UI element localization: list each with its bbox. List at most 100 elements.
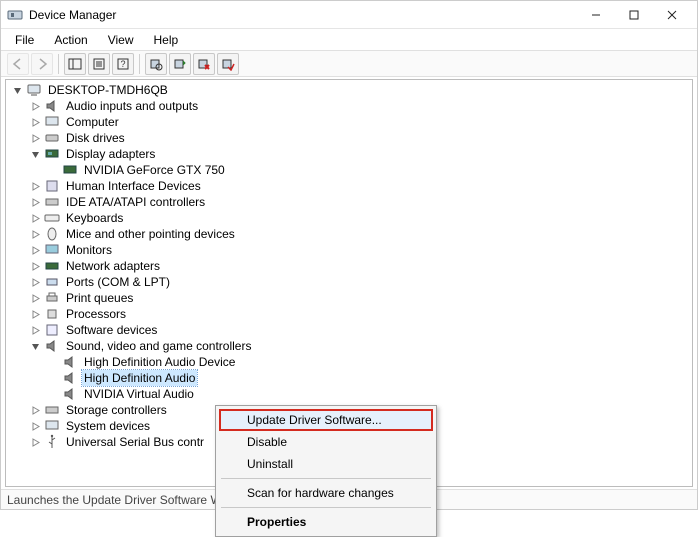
tree-item-hid[interactable]: Human Interface Devices xyxy=(10,178,688,194)
tree-label: Processors xyxy=(64,306,128,322)
app-icon xyxy=(7,7,23,23)
tree-label: Storage controllers xyxy=(64,402,169,418)
chevron-right-icon[interactable] xyxy=(28,179,42,193)
tree-item-nvidia-audio[interactable]: NVIDIA Virtual Audio xyxy=(10,386,688,402)
menu-file[interactable]: File xyxy=(7,31,42,49)
tree-item-computer[interactable]: Computer xyxy=(10,114,688,130)
chevron-right-icon[interactable] xyxy=(28,131,42,145)
port-icon xyxy=(44,274,60,290)
speaker-icon xyxy=(44,338,60,354)
disk-icon xyxy=(44,130,60,146)
tree-item-hda-1[interactable]: High Definition Audio Device xyxy=(10,354,688,370)
close-button[interactable] xyxy=(653,1,691,29)
menu-action[interactable]: Action xyxy=(46,31,95,49)
chevron-right-icon[interactable] xyxy=(28,227,42,241)
chevron-right-icon[interactable] xyxy=(28,275,42,289)
context-uninstall[interactable]: Uninstall xyxy=(219,453,433,475)
chevron-right-icon[interactable] xyxy=(28,323,42,337)
uninstall-button[interactable] xyxy=(193,53,215,75)
display-adapter-icon xyxy=(44,146,60,162)
help-button[interactable]: ? xyxy=(112,53,134,75)
speaker-icon xyxy=(44,98,60,114)
tree-item-software-devices[interactable]: Software devices xyxy=(10,322,688,338)
toolbar-separator xyxy=(58,54,59,74)
tree-label: Computer xyxy=(64,114,121,130)
speaker-icon xyxy=(62,386,78,402)
tree-label: DESKTOP-TMDH6QB xyxy=(46,82,170,98)
chevron-right-icon[interactable] xyxy=(28,419,42,433)
tree-label: NVIDIA Virtual Audio xyxy=(82,386,196,402)
tree-label: High Definition Audio Device xyxy=(82,354,237,370)
chevron-right-icon[interactable] xyxy=(28,99,42,113)
tree-label: Monitors xyxy=(64,242,114,258)
nav-forward-button[interactable] xyxy=(31,53,53,75)
cpu-icon xyxy=(44,306,60,322)
context-separator xyxy=(221,507,431,508)
tree-item-audio-io[interactable]: Audio inputs and outputs xyxy=(10,98,688,114)
chevron-right-icon[interactable] xyxy=(28,435,42,449)
tree-item-processors[interactable]: Processors xyxy=(10,306,688,322)
chevron-right-icon[interactable] xyxy=(28,195,42,209)
chevron-right-icon[interactable] xyxy=(28,291,42,305)
chevron-right-icon[interactable] xyxy=(28,211,42,225)
tree-item-disk[interactable]: Disk drives xyxy=(10,130,688,146)
printer-icon xyxy=(44,290,60,306)
tree-label: IDE ATA/ATAPI controllers xyxy=(64,194,207,210)
context-disable[interactable]: Disable xyxy=(219,431,433,453)
scan-hardware-button[interactable] xyxy=(145,53,167,75)
chevron-right-icon[interactable] xyxy=(28,243,42,257)
tree-label: System devices xyxy=(64,418,152,434)
tree-label: Network adapters xyxy=(64,258,162,274)
show-hide-tree-button[interactable] xyxy=(64,53,86,75)
menu-view[interactable]: View xyxy=(100,31,142,49)
tree-label: Print queues xyxy=(64,290,135,306)
menubar: File Action View Help xyxy=(1,29,697,51)
chevron-down-icon[interactable] xyxy=(28,147,42,161)
tree-label: Ports (COM & LPT) xyxy=(64,274,172,290)
tree-item-network[interactable]: Network adapters xyxy=(10,258,688,274)
titlebar: Device Manager xyxy=(1,1,697,29)
speaker-icon xyxy=(62,354,78,370)
tree-item-monitors[interactable]: Monitors xyxy=(10,242,688,258)
tree-item-mice[interactable]: Mice and other pointing devices xyxy=(10,226,688,242)
computer-icon xyxy=(44,114,60,130)
chevron-right-icon[interactable] xyxy=(28,259,42,273)
properties-button[interactable] xyxy=(88,53,110,75)
svg-text:?: ? xyxy=(120,59,125,69)
disable-button[interactable] xyxy=(217,53,239,75)
menu-help[interactable]: Help xyxy=(146,31,187,49)
tree-item-ports[interactable]: Ports (COM & LPT) xyxy=(10,274,688,290)
tree-item-display[interactable]: Display adapters xyxy=(10,146,688,162)
tree-label: Mice and other pointing devices xyxy=(64,226,237,242)
software-icon xyxy=(44,322,60,338)
speaker-icon xyxy=(62,370,78,386)
tree-item-ide[interactable]: IDE ATA/ATAPI controllers xyxy=(10,194,688,210)
context-separator xyxy=(221,478,431,479)
chevron-right-icon[interactable] xyxy=(28,403,42,417)
chevron-down-icon[interactable] xyxy=(28,339,42,353)
tree-item-gtx750[interactable]: NVIDIA GeForce GTX 750 xyxy=(10,162,688,178)
nav-back-button[interactable] xyxy=(7,53,29,75)
context-scan[interactable]: Scan for hardware changes xyxy=(219,482,433,504)
monitor-icon xyxy=(44,242,60,258)
maximize-button[interactable] xyxy=(615,1,653,29)
tree-label: Universal Serial Bus contr xyxy=(64,434,206,450)
tree-item-printqueues[interactable]: Print queues xyxy=(10,290,688,306)
toolbar-separator xyxy=(139,54,140,74)
context-update-driver[interactable]: Update Driver Software... xyxy=(219,409,433,431)
tree-item-keyboards[interactable]: Keyboards xyxy=(10,210,688,226)
toolbar: ? xyxy=(1,51,697,77)
tree-root[interactable]: DESKTOP-TMDH6QB xyxy=(10,82,688,98)
context-properties[interactable]: Properties xyxy=(219,511,433,533)
context-menu: Update Driver Software... Disable Uninst… xyxy=(215,405,437,537)
minimize-button[interactable] xyxy=(577,1,615,29)
display-adapter-icon xyxy=(62,162,78,178)
chevron-right-icon[interactable] xyxy=(28,307,42,321)
tree-label: Sound, video and game controllers xyxy=(64,338,253,354)
tree-item-sound[interactable]: Sound, video and game controllers xyxy=(10,338,688,354)
chevron-right-icon[interactable] xyxy=(28,115,42,129)
update-driver-button[interactable] xyxy=(169,53,191,75)
tree-item-hda-2-selected[interactable]: High Definition Audio xyxy=(10,370,688,386)
chevron-down-icon[interactable] xyxy=(10,83,24,97)
device-manager-window: Device Manager File Action View Help ? D… xyxy=(0,0,698,510)
